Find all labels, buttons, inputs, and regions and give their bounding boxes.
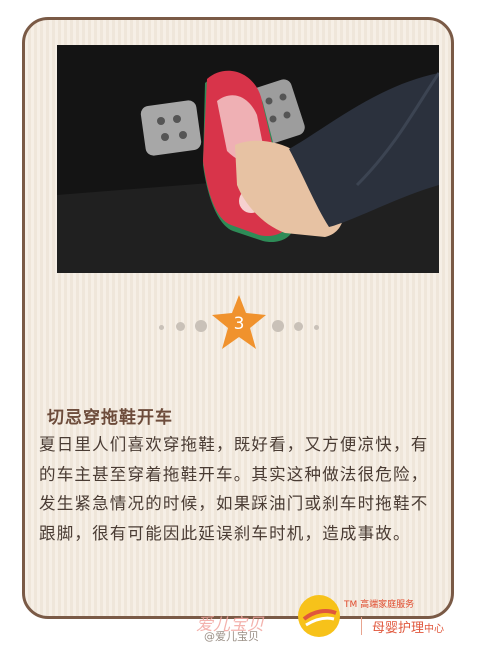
logo-swoosh-icon [302, 609, 337, 627]
brand-tagline: TM 高端家庭服务 [344, 600, 415, 610]
brand-name-suffix: 中心 [424, 624, 445, 635]
step-number: 3 [233, 314, 245, 334]
car-pedal-photo [57, 45, 439, 273]
brand-name: 母婴护理中心 [372, 617, 444, 636]
source-handle: @爱儿宝贝 [204, 630, 259, 643]
brand-name-main: 母婴护理 [372, 621, 425, 636]
brand-divider [361, 617, 362, 635]
tip-title: 切忌穿拖鞋开车 [47, 408, 173, 428]
brand-logo-icon [298, 595, 340, 637]
tip-body: 夏日里人们喜欢穿拖鞋，既好看，又方便凉快，有的车主甚至穿着拖鞋开车。其实这种做法… [39, 435, 429, 543]
pedal-left [140, 100, 202, 156]
photo-illustration [57, 45, 439, 273]
